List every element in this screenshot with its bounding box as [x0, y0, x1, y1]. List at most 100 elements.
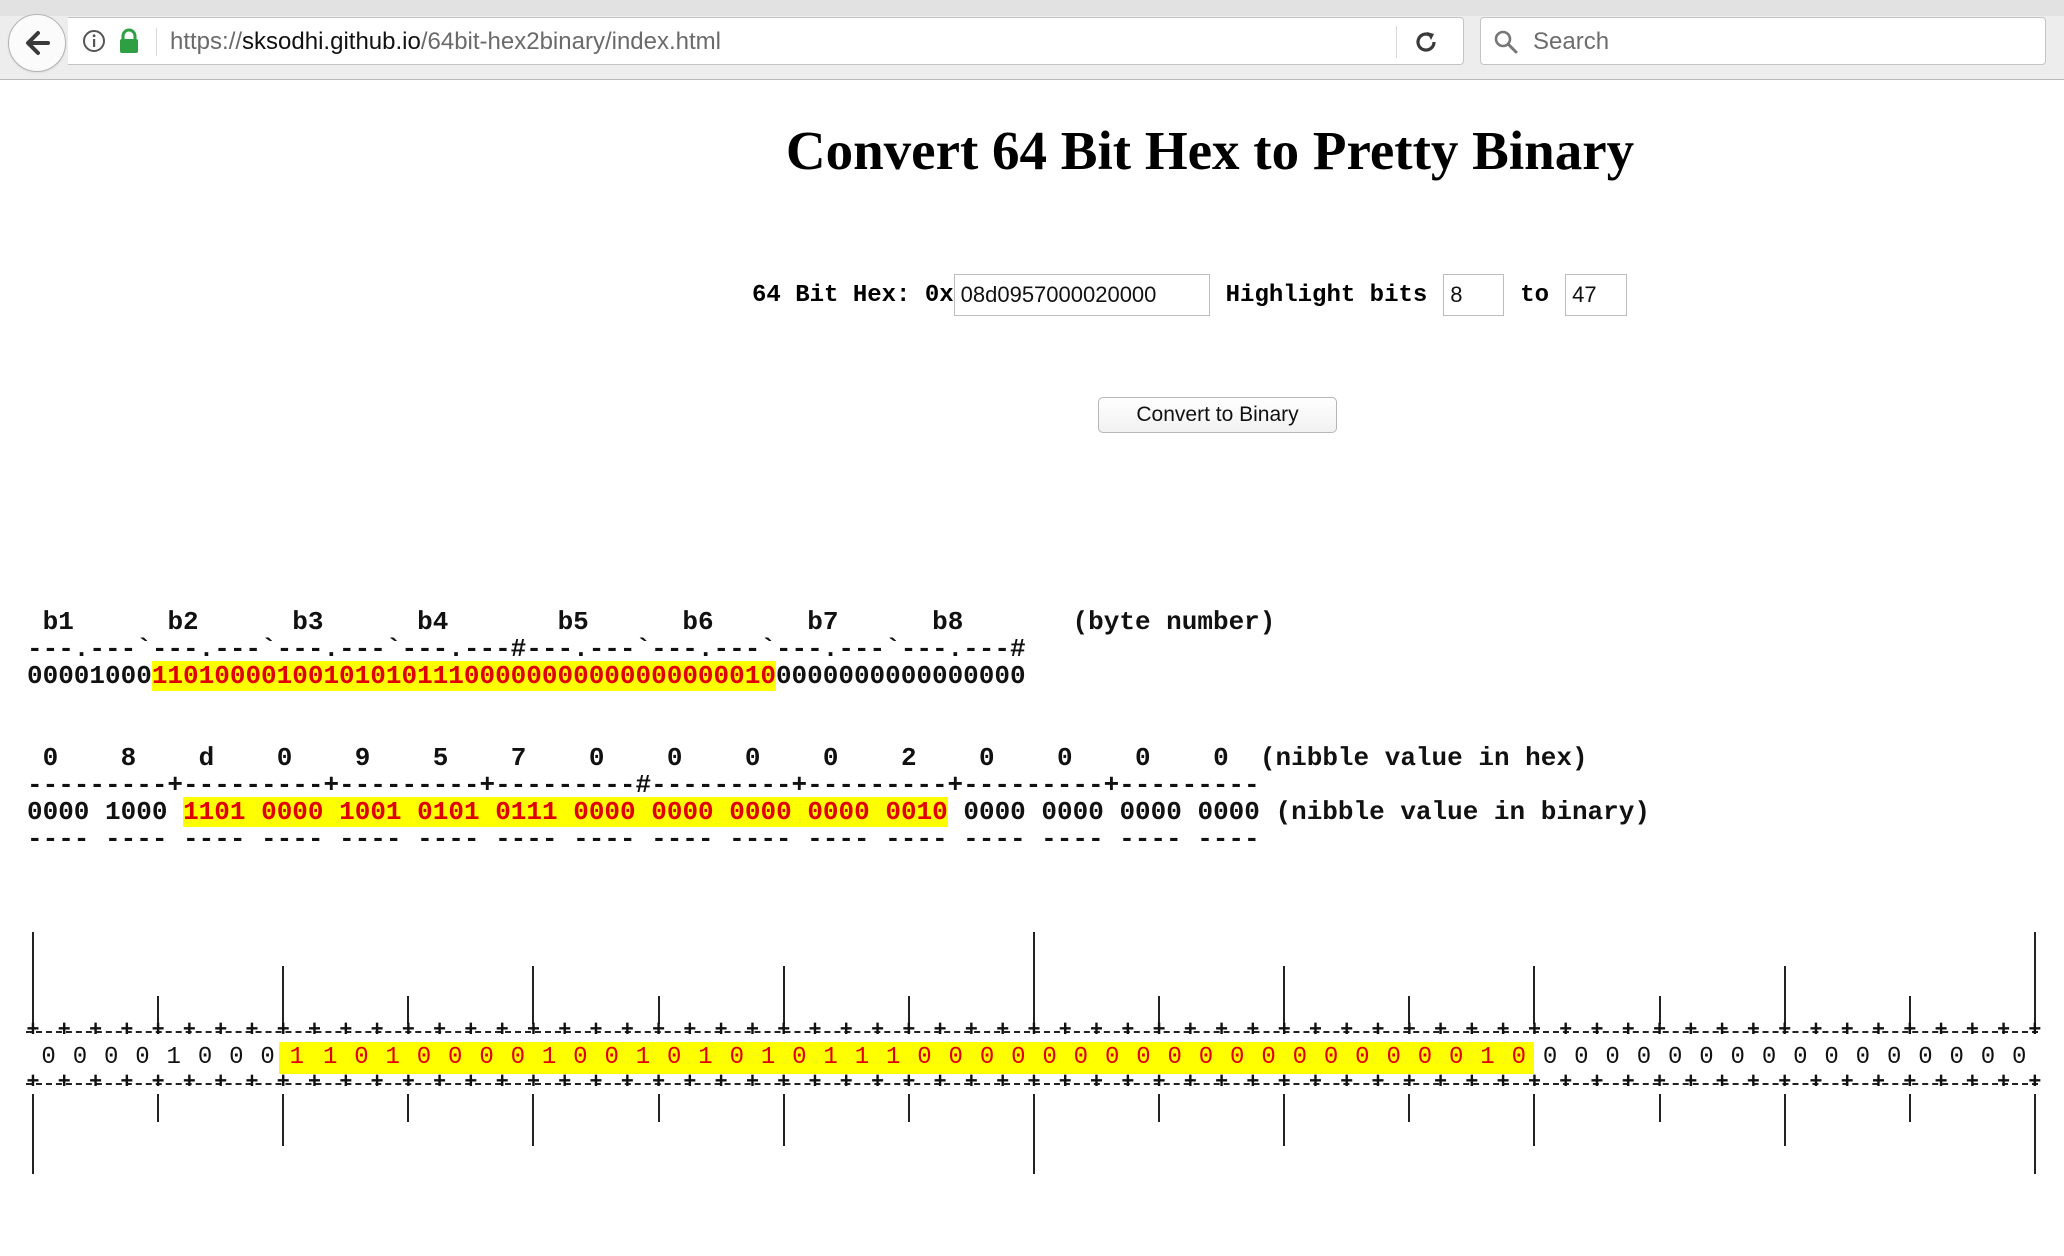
ruler-plus: +	[1715, 1018, 1729, 1043]
ruler-plus: +	[651, 1018, 666, 1043]
bits-before: 00001000	[27, 661, 152, 691]
ruler-plus: +	[151, 1018, 165, 1043]
ruler-plus: +	[964, 1018, 978, 1043]
hex-nibble: 0	[42, 743, 59, 773]
nibble-underline: ---- ---- ---- ---- ---- ---- ---- ---- …	[27, 824, 1260, 854]
ruler-tick	[282, 1094, 285, 1146]
byte-label: b4	[417, 607, 449, 637]
ruler-plus: +	[1840, 1070, 1854, 1095]
ruler-bit: 1	[166, 1044, 181, 1071]
ruler-bit: 0	[1605, 1044, 1620, 1071]
ruler-plus: +	[1183, 1070, 1197, 1095]
binary-nibble: 0000	[807, 797, 870, 827]
ruler-plus: +	[1778, 1018, 1792, 1043]
highlight-from-input[interactable]: 8	[1443, 274, 1505, 316]
ruler-plus: +	[870, 1070, 885, 1095]
ruler-plus: +	[370, 1070, 384, 1095]
binary-nibble: 0000	[573, 797, 636, 827]
highlight-to-input[interactable]: 47	[1565, 274, 1628, 316]
hex-nibble: 0	[1135, 743, 1151, 773]
ruler-bit: 0	[1503, 1042, 1535, 1074]
ruler-bit: 1	[314, 1042, 346, 1074]
search-bar[interactable]: Search	[1480, 17, 2046, 65]
address-bar[interactable]: https://sksodhi.github.io/64bit-hex2bina…	[68, 17, 1464, 65]
ruler-bit: 1	[689, 1042, 722, 1074]
ruler-bit: 0	[564, 1042, 597, 1074]
ruler-plus: +	[1371, 1070, 1385, 1095]
ruler-plus: +	[620, 1018, 634, 1043]
ruler-plus: +	[1277, 1070, 1291, 1095]
search-input[interactable]: Search	[1533, 28, 1609, 56]
binary-nibble: 0000	[261, 797, 324, 827]
ruler-bit: 0	[1699, 1044, 1714, 1071]
ruler-bit: 0	[1190, 1042, 1222, 1074]
ruler-plus: +	[214, 1018, 228, 1043]
ruler-plus: +	[1089, 1018, 1104, 1043]
ruler-bit: 0	[1284, 1042, 1316, 1074]
ruler-plus: +	[1308, 1070, 1323, 1095]
ruler-bit: 0	[908, 1042, 941, 1074]
ruler-bit: 1	[377, 1042, 409, 1074]
ruler-plus: +	[996, 1070, 1010, 1095]
ruler-bit: 0	[1730, 1044, 1745, 1071]
url-text[interactable]: https://sksodhi.github.io/64bit-hex2bina…	[170, 28, 721, 56]
ruler-tick	[1283, 966, 1286, 1024]
back-button[interactable]	[8, 14, 66, 72]
info-icon[interactable]	[82, 29, 106, 53]
ruler-plus: +	[2028, 1070, 2042, 1095]
ruler-plus: +	[902, 1070, 916, 1095]
byte-label: b3	[292, 607, 324, 637]
ruler-bit: 0	[1793, 1044, 1808, 1071]
ruler-bit: 0	[721, 1042, 753, 1074]
byte-label: b8	[932, 607, 964, 637]
convert-to-binary-button[interactable]: Convert to Binary	[1098, 397, 1337, 433]
ruler-tick	[32, 1094, 34, 1174]
ruler-plus: +	[1934, 1070, 1948, 1095]
ruler-bit: 0	[1667, 1044, 1683, 1071]
ruler-bit: 0	[596, 1042, 628, 1074]
lock-icon[interactable]	[118, 27, 140, 55]
ruler-bit: 0	[658, 1042, 690, 1074]
ruler-bit: 0	[1159, 1042, 1191, 1074]
ruler-plus: +	[120, 1018, 134, 1043]
hex-nibble: 9	[354, 743, 371, 773]
ruler-plus: +	[2028, 1018, 2042, 1043]
reload-icon[interactable]	[1412, 28, 1440, 56]
ruler-plus: +	[1809, 1070, 1823, 1095]
ruler-plus: +	[182, 1018, 196, 1043]
bits-highlighted: 1101000010010101011100000000000000000010	[151, 661, 776, 691]
ruler-plus: +	[307, 1018, 322, 1043]
ruler-plus: +	[1871, 1070, 1886, 1095]
ruler-bit: 1	[627, 1042, 659, 1074]
ruler-plus: +	[401, 1018, 415, 1043]
hex-input[interactable]: 08d0957000020000	[953, 274, 1210, 316]
ruler-bit: 0	[1542, 1044, 1558, 1071]
ruler-plus: +	[151, 1070, 165, 1095]
ruler-plus: +	[26, 1070, 40, 1095]
ruler-bit: 0	[971, 1042, 1003, 1074]
ruler-tick	[532, 1094, 535, 1146]
ruler-plus: +	[1152, 1018, 1166, 1043]
ruler-bit: 0	[1409, 1042, 1441, 1074]
ruler-bit: 1	[877, 1042, 909, 1074]
url-prefix: https://	[170, 28, 243, 55]
ruler-tick	[907, 1094, 910, 1122]
ruler-plus: +	[1559, 1070, 1573, 1095]
hex-nibble: 0	[276, 743, 293, 773]
ruler-plus: +	[1809, 1018, 1823, 1043]
ruler-plus: +	[1871, 1018, 1886, 1043]
ruler-plus: +	[1246, 1018, 1260, 1043]
ruler-plus: +	[745, 1018, 760, 1043]
ruler-plus: +	[745, 1070, 760, 1095]
hex-nibble: 0	[822, 743, 839, 773]
byte-labels-line: b1 b2 b3 b4 b5 b6 b7 b8 (byte number)	[27, 607, 1276, 637]
binary-nibble: 0101	[417, 797, 480, 827]
ruler-plus: +	[1746, 1018, 1760, 1043]
ruler-plus: +	[526, 1018, 541, 1043]
ruler-plus: +	[589, 1018, 603, 1043]
ruler-tick	[1283, 1094, 1286, 1146]
search-icon	[1494, 30, 1518, 54]
ruler-plus: +	[214, 1070, 228, 1095]
binary-nibble: 0000	[1197, 797, 1260, 827]
ruler-tick	[1158, 1094, 1161, 1122]
